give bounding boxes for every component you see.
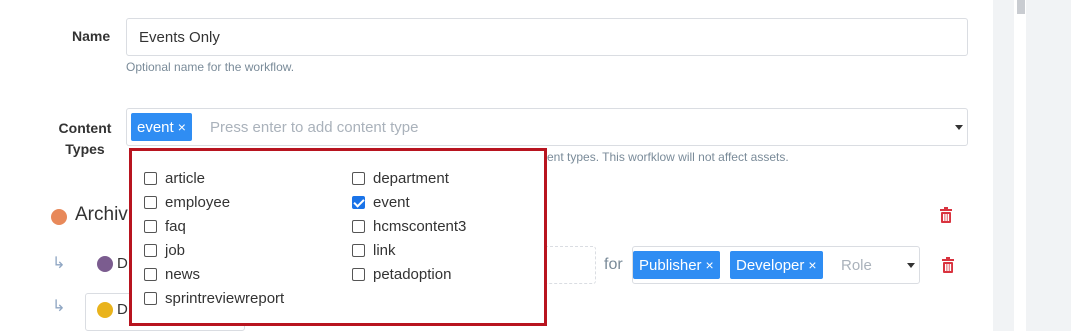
archive-stage-label: Archiv — [75, 204, 128, 225]
content-types-hint: ent types. This worfklow will not affect… — [547, 150, 789, 164]
option-link[interactable]: link — [352, 240, 396, 260]
content-type-dropdown: article department employee event faq hcmscon… — [129, 148, 547, 326]
checkbox[interactable] — [144, 291, 157, 305]
content-types-label-line2: Types — [65, 141, 105, 157]
option-label: employee — [165, 193, 231, 211]
option-label: department — [373, 169, 449, 187]
stage-row1-input[interactable] — [540, 246, 596, 284]
stage-dot-purple — [97, 256, 113, 272]
option-label: petadoption — [373, 265, 452, 283]
option-label: article — [165, 169, 206, 187]
option-department[interactable]: department — [352, 168, 449, 188]
tag-event[interactable]: event × — [131, 113, 192, 141]
option-label: hcmscontent3 — [373, 217, 467, 235]
option-news[interactable]: news — [144, 264, 200, 284]
caret-down-icon[interactable] — [907, 263, 915, 268]
return-arrow-icon: ↳ — [52, 298, 66, 315]
tag-publisher-label: Publisher — [639, 257, 702, 274]
checkbox[interactable] — [144, 219, 157, 233]
option-article[interactable]: article — [144, 168, 205, 188]
content-types-label-line1: Content — [58, 120, 112, 136]
option-event[interactable]: event — [352, 192, 410, 212]
stage-dot-yellow — [97, 302, 113, 318]
checkbox[interactable] — [352, 243, 365, 257]
workflow-form-panel: Name Events Only Optional name for the w… — [0, 0, 993, 331]
close-icon[interactable]: × — [706, 257, 714, 273]
option-label: link — [373, 241, 396, 259]
caret-down-icon[interactable] — [955, 125, 963, 130]
name-input-value: Events Only — [139, 29, 220, 46]
option-label: news — [165, 265, 201, 283]
option-petadoption[interactable]: petadoption — [352, 264, 451, 284]
content-types-label: Content Types — [56, 118, 114, 160]
checkbox[interactable] — [144, 267, 157, 281]
close-icon[interactable]: × — [808, 257, 816, 273]
checkbox[interactable] — [352, 171, 365, 185]
option-label: job — [165, 241, 186, 259]
option-hcmscontent3[interactable]: hcmscontent3 — [352, 216, 466, 236]
checkbox[interactable] — [144, 195, 157, 209]
tag-publisher[interactable]: Publisher × — [633, 251, 720, 279]
for-label: for — [604, 256, 623, 273]
checkbox-checked[interactable] — [352, 195, 365, 209]
tag-developer-label: Developer — [736, 257, 805, 274]
option-faq[interactable]: faq — [144, 216, 186, 236]
trash-icon[interactable] — [941, 257, 955, 273]
content-types-placeholder: Press enter to add content type — [210, 119, 419, 136]
checkbox[interactable] — [352, 267, 365, 281]
checkbox[interactable] — [144, 243, 157, 257]
checkbox[interactable] — [352, 219, 365, 233]
tag-developer[interactable]: Developer × — [730, 251, 823, 279]
role-multiselect[interactable]: Publisher × Developer × Role — [632, 246, 920, 284]
option-job[interactable]: job — [144, 240, 185, 260]
tag-event-label: event — [137, 119, 174, 136]
scrollbar-track[interactable] — [1014, 0, 1026, 331]
return-arrow-icon: ↳ — [52, 255, 66, 272]
checkbox[interactable] — [144, 171, 157, 185]
stage-row2-prefix: D — [117, 301, 128, 318]
name-input[interactable]: Events Only — [126, 18, 968, 56]
name-hint: Optional name for the workflow. — [126, 60, 295, 74]
archive-status-dot — [51, 209, 67, 225]
content-types-multiselect[interactable]: event × Press enter to add content type — [126, 108, 968, 146]
option-employee[interactable]: employee — [144, 192, 230, 212]
close-icon[interactable]: × — [178, 119, 186, 135]
option-label: sprintreviewreport — [165, 289, 285, 307]
stage-row1-prefix: D — [117, 255, 128, 272]
name-label: Name — [72, 28, 111, 44]
trash-icon[interactable] — [939, 207, 953, 223]
scrollbar-thumb[interactable] — [1017, 0, 1025, 14]
option-sprintreviewreport[interactable]: sprintreviewreport — [144, 288, 284, 308]
option-label: event — [373, 193, 410, 211]
role-placeholder: Role — [841, 257, 872, 274]
option-label: faq — [165, 217, 186, 235]
